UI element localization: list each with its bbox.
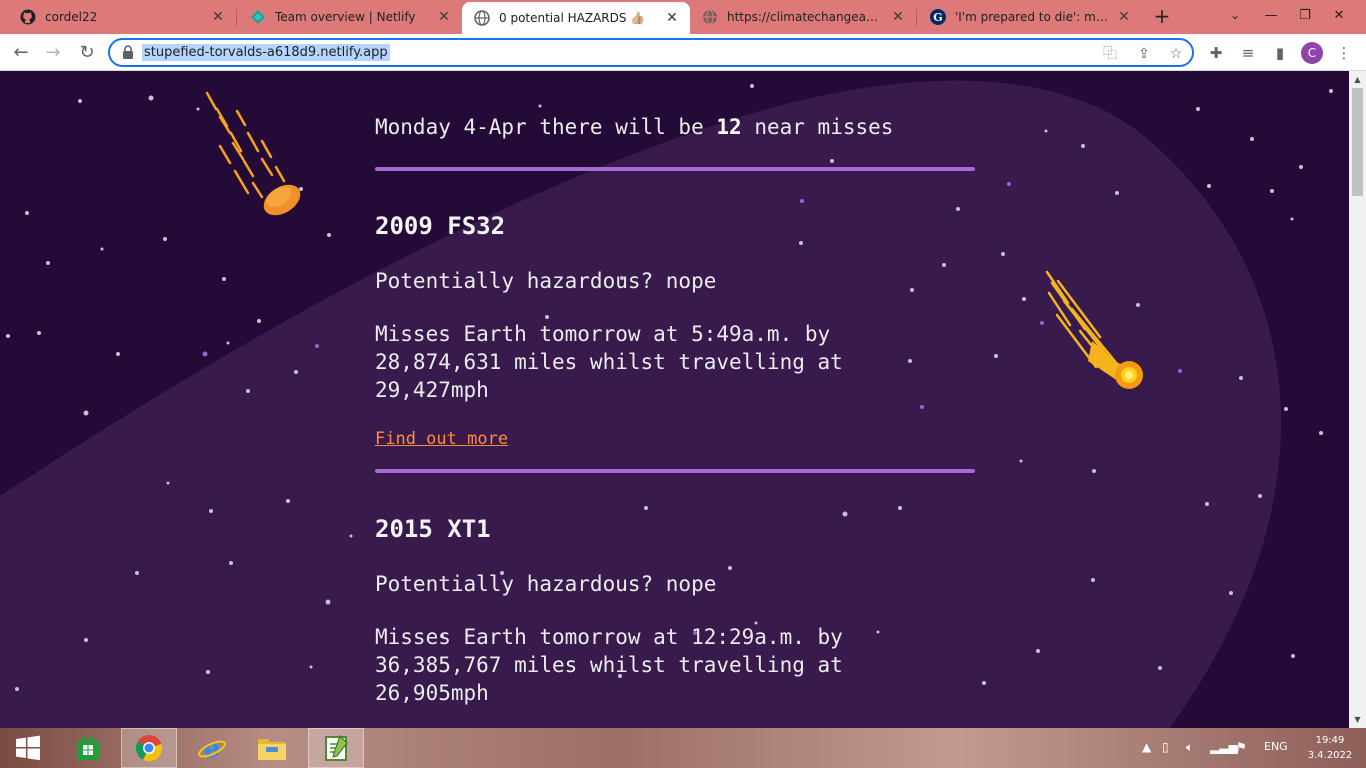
neo-hazard-status: Potentially hazardous? nope [375, 269, 717, 293]
page-headline: Monday 4-Apr there will be 12 near misse… [375, 115, 893, 139]
tab-guardian[interactable]: G 'I'm prepared to die': man on h ✕ [918, 0, 1142, 34]
close-icon[interactable]: ✕ [1116, 9, 1132, 25]
neo-description: Misses Earth tomorrow at 5:49a.m. by 28,… [375, 322, 843, 402]
divider [375, 469, 975, 473]
tab-separator [236, 9, 237, 27]
globe-icon [702, 9, 718, 25]
translate-icon[interactable]: ⿻ [1100, 44, 1120, 64]
browser-toolbar: ← → ↻ stupefied-torvalds-a618d9.netlify.… [0, 34, 1366, 71]
windows-start-icon[interactable] [0, 728, 56, 768]
close-icon[interactable]: ✕ [664, 10, 680, 26]
close-icon[interactable]: ✕ [890, 9, 906, 25]
tab-title: cordel22 [45, 10, 98, 24]
close-icon[interactable]: ✕ [436, 9, 452, 25]
network-disconnected-icon[interactable]: ⚑ [1236, 740, 1247, 754]
internet-explorer-icon[interactable]: e [184, 728, 240, 768]
reload-icon[interactable]: ↻ [74, 40, 100, 66]
input-language[interactable]: ENG [1264, 740, 1288, 753]
neo-description: Misses Earth tomorrow at 12:29a.m. by 36… [375, 625, 843, 705]
scrollbar-thumb[interactable] [1352, 88, 1363, 196]
tab-github[interactable]: cordel22 ✕ [8, 0, 236, 34]
page-viewport: Monday 4-Apr there will be 12 near misse… [0, 71, 1349, 728]
kebab-menu-icon[interactable]: ⋮ [1334, 43, 1354, 63]
side-panel-icon[interactable]: ▮ [1270, 43, 1290, 63]
minimize-icon[interactable]: — [1254, 0, 1288, 32]
volume-icon[interactable]: 🔈︎ [1186, 740, 1193, 755]
tab-title: Team overview | Netlify [275, 10, 416, 24]
chrome-icon[interactable] [121, 728, 177, 768]
tab-hazards[interactable]: 0 potential HAZARDS 👍🏼 ✕ [462, 2, 690, 34]
tab-search-chevron-icon[interactable]: ⌄ [1230, 8, 1240, 22]
netlify-icon [250, 9, 266, 25]
scroll-up-arrow-icon[interactable]: ▲ [1349, 71, 1366, 88]
system-clock[interactable]: 19:49 3.4.2022 [1300, 733, 1360, 763]
svg-text:e: e [204, 734, 221, 763]
show-hidden-icons-chevron-icon[interactable]: ▲ [1142, 740, 1151, 754]
headline-prefix: Monday 4-Apr there will be [375, 115, 704, 139]
clock-date: 3.4.2022 [1307, 750, 1353, 761]
neo-name: 2015 XT1 [375, 515, 491, 543]
address-bar[interactable]: stupefied-torvalds-a618d9.netlify.app ⿻ … [108, 38, 1194, 67]
page-scrollbar[interactable]: ▲ ▼ [1349, 71, 1366, 728]
comet-left [205, 91, 301, 216]
tab-title: 0 potential HAZARDS 👍🏼 [499, 11, 646, 25]
bookmark-star-icon[interactable]: ☆ [1166, 44, 1186, 64]
tab-climate-api[interactable]: https://climatechangeapihere.h ✕ [690, 0, 916, 34]
guardian-icon: G [930, 9, 946, 25]
tab-title: https://climatechangeapihere.h [727, 10, 884, 24]
clock-time: 19:49 [1315, 735, 1345, 746]
tab-netlify[interactable]: Team overview | Netlify ✕ [238, 0, 462, 34]
svg-text:G: G [933, 11, 942, 24]
neo-name: 2009 FS32 [375, 212, 506, 240]
github-icon [20, 9, 36, 25]
divider [375, 167, 975, 171]
new-tab-button[interactable]: + [1150, 6, 1174, 28]
headline-suffix: near misses [754, 115, 894, 139]
battery-icon[interactable]: ▯ [1162, 740, 1169, 754]
signal-icon[interactable]: ▂▃▅ [1210, 740, 1238, 754]
back-arrow-icon[interactable]: ← [8, 40, 34, 66]
file-explorer-icon[interactable] [244, 728, 300, 768]
forward-arrow-icon[interactable]: → [40, 40, 66, 66]
restore-icon[interactable]: ❐ [1288, 0, 1322, 32]
media-queue-icon[interactable]: ≡ [1238, 43, 1258, 63]
window-close-icon[interactable]: ✕ [1322, 0, 1356, 32]
scroll-down-arrow-icon[interactable]: ▼ [1349, 711, 1366, 728]
store-icon[interactable] [60, 728, 116, 768]
windows-taskbar: e ▲ ▯ 🔈︎ ▂▃▅ ⚑ ENG 19:49 3.4.2022 [0, 728, 1366, 768]
notepad-plus-plus-icon[interactable] [308, 728, 364, 768]
neo-hazard-status: Potentially hazardous? nope [375, 572, 717, 596]
near-miss-count: 12 [716, 115, 742, 139]
close-icon[interactable]: ✕ [210, 9, 226, 25]
url-text[interactable]: stupefied-torvalds-a618d9.netlify.app [142, 44, 390, 61]
lock-icon[interactable] [122, 45, 134, 59]
tab-separator [916, 9, 917, 27]
tab-strip: cordel22 ✕ Team overview | Netlify ✕ 0 p… [0, 0, 1366, 34]
find-out-more-link[interactable]: Find out more [375, 429, 508, 449]
globe-icon [474, 10, 490, 26]
profile-avatar[interactable]: C [1301, 42, 1323, 64]
extensions-puzzle-icon[interactable]: ✚ [1206, 43, 1226, 63]
share-icon[interactable]: ⇪ [1134, 44, 1154, 64]
tab-title: 'I'm prepared to die': man on h [955, 10, 1110, 24]
